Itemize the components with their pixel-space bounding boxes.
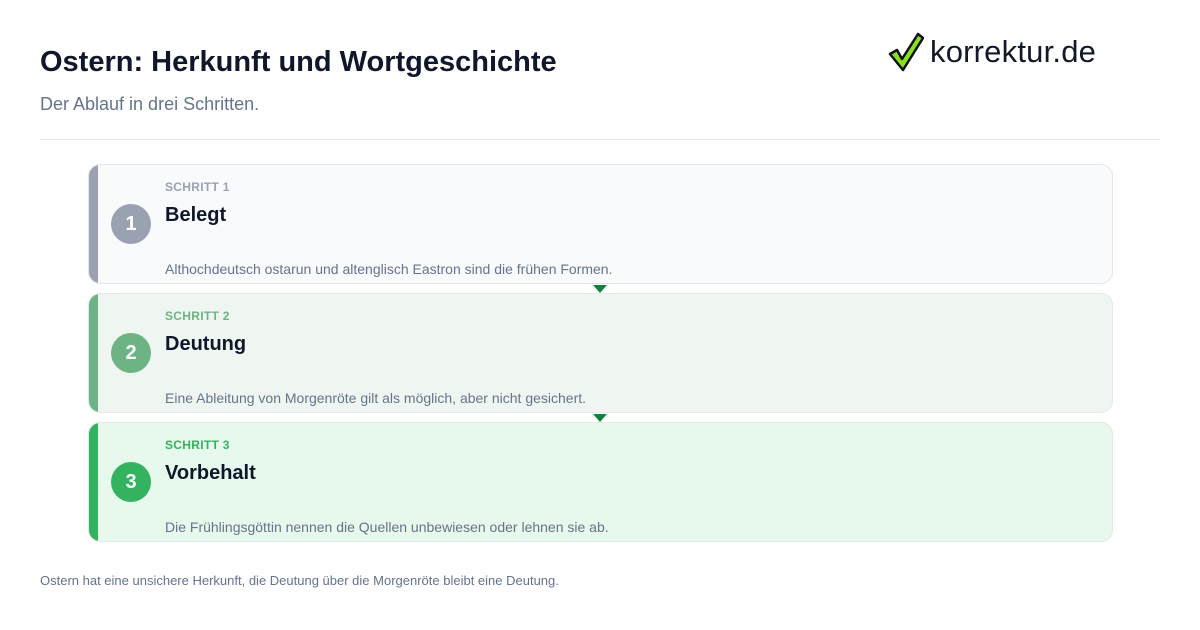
page-title: Ostern: Herkunft und Wortgeschichte bbox=[40, 46, 557, 78]
step-number-badge: 1 bbox=[111, 204, 151, 244]
step-description: Eine Ableitung von Morgenröte gilt als m… bbox=[165, 390, 587, 406]
page-subtitle: Der Ablauf in drei Schritten. bbox=[40, 94, 260, 114]
step-label: SCHRITT 2 bbox=[165, 309, 230, 323]
step-description: Die Frühlingsgöttin nennen die Quellen u… bbox=[165, 519, 609, 535]
step-accent-bar bbox=[89, 294, 98, 412]
step-description: Althochdeutsch ostarun und altenglisch E… bbox=[165, 261, 613, 277]
step-title: Vorbehalt bbox=[165, 462, 256, 484]
down-arrow-icon bbox=[593, 285, 607, 293]
step-label: SCHRITT 1 bbox=[165, 180, 230, 194]
step-accent-bar bbox=[89, 423, 98, 541]
step-number-badge: 3 bbox=[111, 462, 151, 502]
step-card-1: 1 SCHRITT 1 Belegt Althochdeutsch ostaru… bbox=[88, 164, 1113, 284]
down-arrow-icon bbox=[593, 414, 607, 422]
step-accent-bar bbox=[89, 165, 98, 283]
step-title: Deutung bbox=[165, 333, 247, 355]
step-card-3: 3 SCHRITT 3 Vorbehalt Die Frühlingsgötti… bbox=[88, 422, 1113, 542]
brand-logo: korrektur.de bbox=[888, 30, 1096, 74]
step-card-2: 2 SCHRITT 2 Deutung Eine Ableitung von M… bbox=[88, 293, 1113, 413]
step-label: SCHRITT 3 bbox=[165, 438, 230, 452]
step-number-badge: 2 bbox=[111, 333, 151, 373]
brand-name: korrektur.de bbox=[930, 34, 1097, 69]
footer-note: Ostern hat eine unsichere Herkunft, die … bbox=[40, 573, 559, 588]
step-title: Belegt bbox=[165, 204, 227, 226]
checkmark-icon bbox=[888, 32, 924, 72]
